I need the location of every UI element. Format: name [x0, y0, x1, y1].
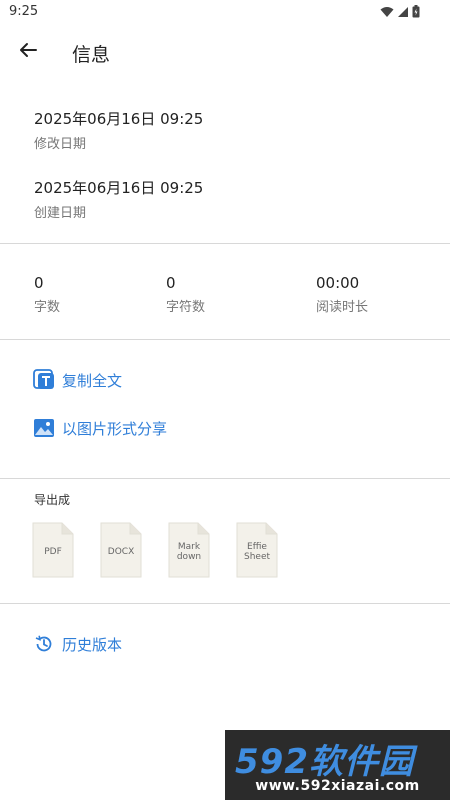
- modified-date-value: 2025年06月16日 09:25: [34, 110, 204, 128]
- divider: [0, 603, 450, 604]
- export-effie-sheet-button[interactable]: Effie Sheet: [236, 522, 278, 578]
- divider: [0, 478, 450, 479]
- back-button[interactable]: [12, 34, 44, 70]
- modified-date-label: 修改日期: [34, 137, 87, 152]
- divider: [0, 243, 450, 244]
- export-docx-button[interactable]: DOCX: [100, 522, 142, 578]
- copy-all-label: 复制全文: [62, 371, 123, 390]
- stat-reading-time: 00:00 阅读时长: [316, 274, 368, 315]
- stat-word-count: 0 字数: [34, 274, 60, 315]
- share-as-image-button[interactable]: 以图片形式分享: [33, 417, 167, 439]
- watermark-url: www.592xiazai.com: [255, 778, 420, 794]
- status-icons: [380, 5, 420, 18]
- stat-value: 0: [34, 274, 44, 292]
- created-date-block: 2025年06月16日 09:25 创建日期: [34, 177, 203, 221]
- export-section-title: 导出成: [34, 493, 71, 507]
- stat-value: 00:00: [316, 274, 360, 292]
- history-icon: [33, 633, 55, 655]
- watermark-logo: 592软件园 www.592xiazai.com: [225, 730, 450, 800]
- history-versions-label: 历史版本: [62, 635, 123, 654]
- status-time: 9:25: [9, 4, 39, 19]
- page-title: 信息: [72, 44, 111, 66]
- text-copy-icon: [33, 369, 55, 391]
- export-markdown-button[interactable]: Mark down: [168, 522, 210, 578]
- export-format-label: Effie Sheet: [243, 542, 271, 562]
- signal-icon: [397, 6, 409, 18]
- created-date-value: 2025年06月16日 09:25: [34, 179, 204, 197]
- wifi-icon: [380, 6, 394, 18]
- battery-icon: [412, 5, 420, 18]
- export-pdf-button[interactable]: PDF: [32, 522, 74, 578]
- arrow-back-icon: [19, 42, 37, 62]
- export-format-label: Mark down: [176, 542, 202, 562]
- share-as-image-label: 以图片形式分享: [62, 419, 168, 438]
- stat-char-count: 0 字符数: [166, 274, 205, 315]
- export-format-label: DOCX: [107, 547, 135, 557]
- created-date-label: 创建日期: [34, 206, 87, 221]
- status-bar: 9:25: [0, 0, 450, 24]
- copy-all-button[interactable]: 复制全文: [33, 369, 122, 391]
- stat-label: 字数: [34, 300, 61, 315]
- stat-label: 阅读时长: [316, 300, 369, 315]
- stat-label: 字符数: [166, 300, 206, 315]
- export-format-label: PDF: [44, 547, 62, 557]
- stat-value: 0: [166, 274, 176, 292]
- modified-date-block: 2025年06月16日 09:25 修改日期: [34, 108, 203, 152]
- history-versions-button[interactable]: 历史版本: [33, 633, 122, 655]
- image-icon: [33, 417, 55, 439]
- watermark-brand: 592软件园: [235, 742, 414, 782]
- divider: [0, 339, 450, 340]
- app-bar: 信息: [0, 24, 450, 80]
